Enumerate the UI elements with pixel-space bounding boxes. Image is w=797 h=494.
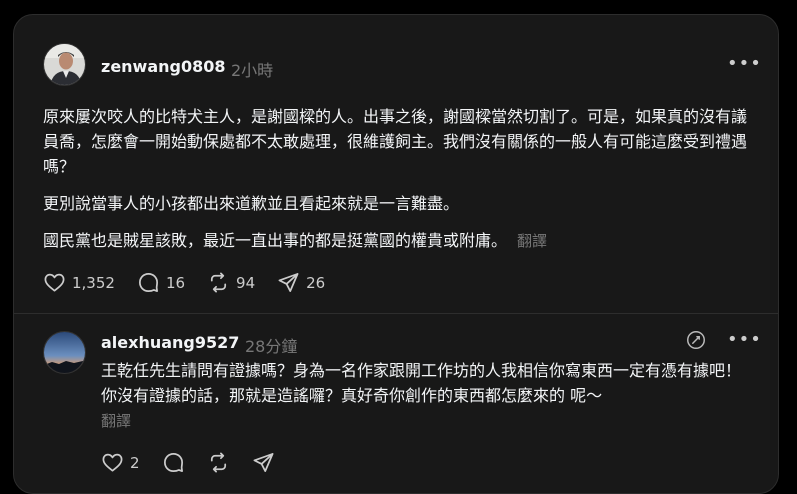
post-more-icon[interactable]: ••• [727,55,761,73]
send-icon [253,453,274,472]
comment-button[interactable]: 16 [137,271,185,294]
thread-card: zenwang0808 2小時 ••• 原來屢次咬人的比特犬主人，是謝國樑的人。… [13,14,779,494]
repost-button[interactable]: 94 [207,271,255,294]
post-paragraph-2: 更別說當事人的小孩都出來道歉並且看起來就是一言難盡。 [43,194,460,213]
reply-username[interactable]: alexhuang9527 [101,333,239,352]
post-paragraph-3-text: 國民黨也是賊星該敗，最近一直出事的都是挺黨國的權貴或附庸。 [43,231,508,250]
post-paragraph-3: 國民黨也是賊星該敗，最近一直出事的都是挺黨國的權貴或附庸。 翻譯 [43,228,755,254]
post-username[interactable]: zenwang0808 [101,57,226,76]
like-button[interactable]: 1,352 [43,271,115,294]
reply-repost-button[interactable] [207,451,230,474]
send-icon [278,273,299,292]
comment-count: 16 [165,273,186,292]
repost-icon [210,452,226,473]
reply-like-count: 2 [130,453,140,472]
post-translate-link[interactable]: 翻譯 [517,232,547,250]
post-actions: 1,352 16 94 26 [43,271,347,294]
reply-more-icon[interactable]: ••• [727,331,761,349]
post-paragraph-1: 原來屢次咬人的比特犬主人，是謝國樑的人。出事之後，謝國樑當然切割了。可是，如果真… [43,107,748,176]
share-count: 26 [306,273,326,292]
repost-icon [210,272,227,293]
reply-author-avatar[interactable] [43,331,86,374]
like-count: 1,352 [72,273,115,292]
reply-like-button[interactable]: 2 [101,451,140,474]
share-button[interactable]: 26 [277,271,325,294]
reply-text: 王乾任先生請問有證據嗎？身為一名作家跟開工作坊的人我相信你寫東西一定有憑有據吧！… [101,361,742,405]
post-divider [14,313,778,314]
reply-comment-button[interactable] [162,451,185,474]
reply-translate-link[interactable]: 翻譯 [101,410,131,431]
repost-count: 94 [236,273,256,292]
comment-icon [138,273,158,292]
post-time[interactable]: 2小時 [231,57,273,81]
quote-icon[interactable] [685,329,707,351]
heart-icon [44,273,65,292]
heart-icon [102,453,123,472]
reply-time[interactable]: 28分鐘 [245,333,297,357]
reply-share-button[interactable] [252,451,275,474]
post-author-avatar[interactable] [43,43,86,86]
reply-actions: 2 [101,451,297,474]
comment-icon [163,453,183,472]
